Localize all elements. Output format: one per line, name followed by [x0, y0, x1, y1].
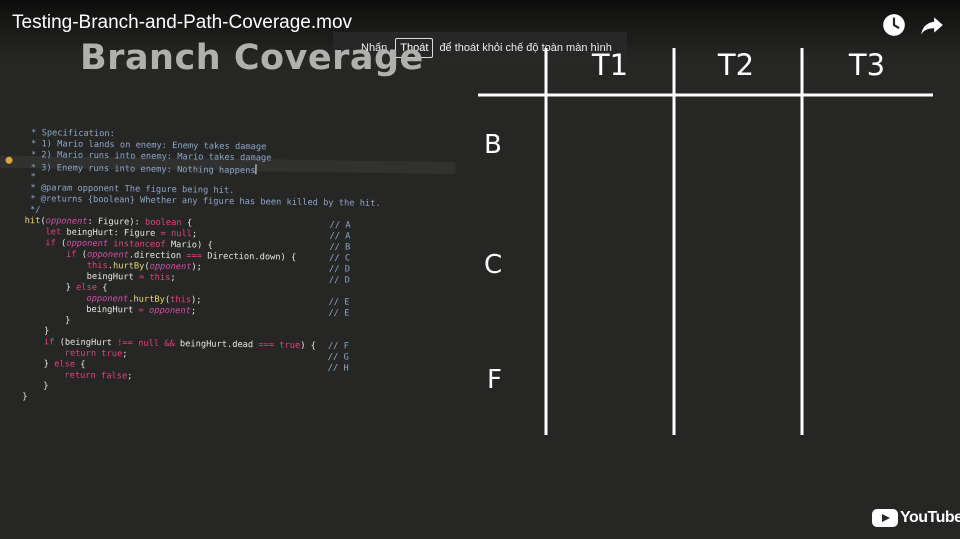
row-label-c: C: [484, 250, 503, 280]
column-header-t2: T2: [717, 48, 755, 82]
row-label-b: B: [484, 130, 502, 160]
youtube-wordmark: YouTube: [900, 509, 960, 526]
column-header-t1: T1: [591, 48, 629, 82]
coverage-table-grid: [478, 48, 933, 435]
youtube-logo[interactable]: YouTube: [872, 507, 960, 529]
youtube-play-icon: [872, 509, 898, 527]
column-header-t3: T3: [848, 48, 886, 82]
row-label-f: F: [487, 365, 502, 395]
